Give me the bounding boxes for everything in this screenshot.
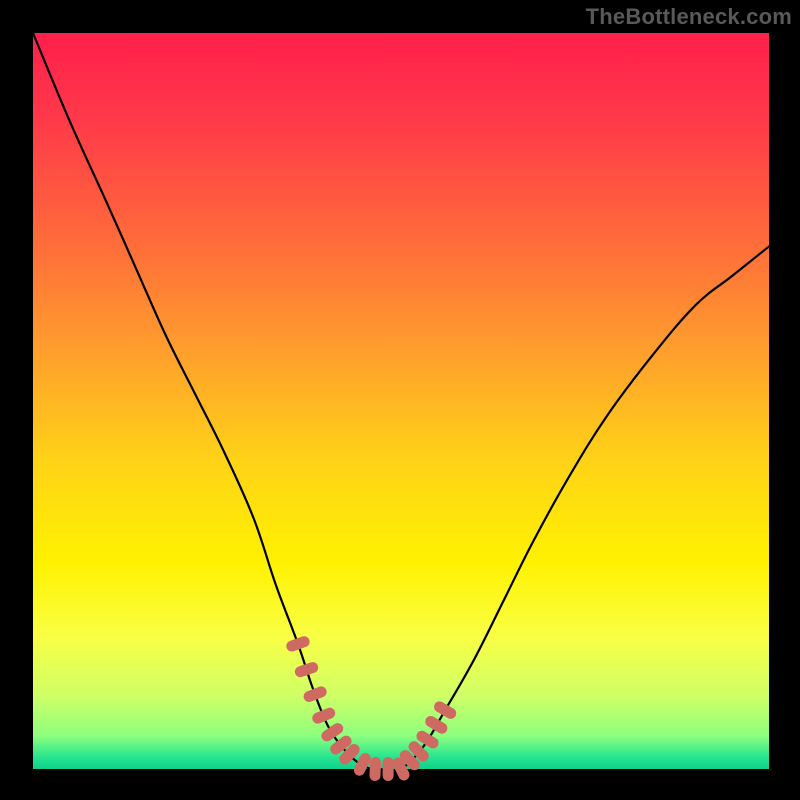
threshold-marker: [369, 757, 381, 781]
bottleneck-curve-chart: [0, 0, 800, 800]
chart-container: TheBottleneck.com: [0, 0, 800, 800]
watermark-text: TheBottleneck.com: [586, 4, 792, 30]
threshold-marker: [383, 757, 394, 781]
plot-background: [33, 33, 769, 769]
